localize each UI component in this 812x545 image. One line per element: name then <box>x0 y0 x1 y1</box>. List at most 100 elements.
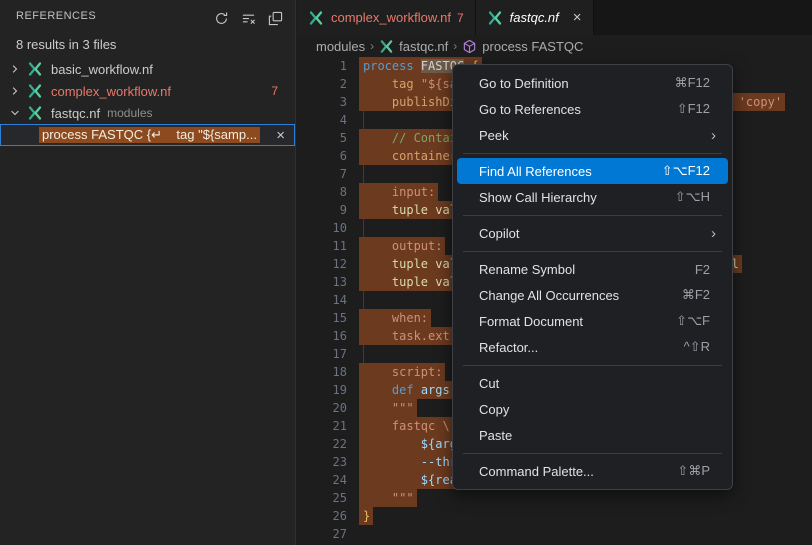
menu-item-rename-symbol[interactable]: Rename Symbol F2 <box>457 256 728 282</box>
menu-shortcut: ⌘F2 <box>682 287 718 303</box>
menu-item-label: Rename Symbol <box>479 262 575 277</box>
menu-item-label: Command Palette... <box>479 464 594 479</box>
close-icon[interactable]: × <box>276 128 285 143</box>
chevron-down-icon[interactable] <box>6 105 24 121</box>
nextflow-file-icon <box>27 83 44 99</box>
chevron-right-icon[interactable] <box>6 83 24 99</box>
line-number: 25 <box>297 489 347 507</box>
references-actions <box>211 8 285 28</box>
menu-item-label: Peek <box>479 128 509 143</box>
results-summary: 8 results in 3 files <box>16 37 116 52</box>
refresh-icon[interactable] <box>211 8 231 28</box>
tab-label: complex_workflow.nf <box>331 10 451 25</box>
clear-all-icon[interactable] <box>238 8 258 28</box>
line-number: 24 <box>297 471 347 489</box>
file-name: basic_workflow.nf <box>51 62 153 77</box>
references-title: REFERENCES <box>16 10 96 22</box>
menu-item-label: Go to References <box>479 102 581 117</box>
nextflow-file-icon <box>27 61 44 77</box>
code-line[interactable]: output: <box>363 237 445 255</box>
menu-separator <box>463 153 722 154</box>
line-number: 6 <box>297 147 347 165</box>
line-number: 27 <box>297 525 347 543</box>
code-line[interactable]: when: <box>363 309 431 327</box>
line-number: 11 <box>297 237 347 255</box>
line-number: 5 <box>297 129 347 147</box>
chevron-right-icon[interactable] <box>6 61 24 77</box>
tree-item-complex-workflow-nf[interactable]: complex_workflow.nf7 <box>0 80 295 102</box>
file-description: modules <box>107 106 152 120</box>
reference-result-item[interactable]: process FASTQC {↵ tag "${samp... × <box>0 124 295 146</box>
line-number: 2 <box>297 75 347 93</box>
nextflow-file-icon <box>487 10 504 26</box>
menu-item-cut[interactable]: Cut <box>457 370 728 396</box>
problem-count-badge: 7 <box>271 84 278 98</box>
menu-item-show-call-hierarchy[interactable]: Show Call Hierarchy ⇧⌥H <box>457 184 728 210</box>
menu-item-format-document[interactable]: Format Document ⇧⌥F <box>457 308 728 334</box>
tab-bar: complex_workflow.nf 7 fastqc.nf × <box>297 0 812 35</box>
menu-shortcut: ⇧⌘P <box>677 463 718 479</box>
tab-fastqc-nf[interactable]: fastqc.nf × <box>476 0 594 35</box>
code-line[interactable]: fastqc \ <box>363 417 453 435</box>
breadcrumb: modules › fastqc.nf › process FASTQC <box>297 35 812 57</box>
submenu-arrow-icon: › <box>711 127 718 144</box>
references-header: REFERENCES <box>0 0 295 32</box>
reference-match-text: process FASTQC {↵ tag "${samp... <box>39 127 260 143</box>
menu-item-copy[interactable]: Copy <box>457 396 728 422</box>
breadcrumb-item-file[interactable]: fastqc.nf <box>399 39 448 54</box>
line-number: 13 <box>297 273 347 291</box>
nextflow-file-icon <box>308 10 325 26</box>
line-number: 26 <box>297 507 347 525</box>
menu-separator <box>463 365 722 366</box>
code-line[interactable]: input: <box>363 183 438 201</box>
line-number: 19 <box>297 381 347 399</box>
line-number: 18 <box>297 363 347 381</box>
nextflow-file-icon <box>27 105 44 121</box>
code-line[interactable]: } <box>363 507 373 525</box>
menu-item-change-all-occurrences[interactable]: Change All Occurrences⌘F2 <box>457 282 728 308</box>
chevron-right-icon: › <box>370 39 374 53</box>
menu-item-command-palette[interactable]: Command Palette... ⇧⌘P <box>457 458 728 484</box>
line-number: 23 <box>297 453 347 471</box>
menu-shortcut: ⇧⌥F <box>676 313 718 329</box>
breadcrumb-item-modules[interactable]: modules <box>316 39 365 54</box>
menu-separator <box>463 453 722 454</box>
code-line[interactable]: script: <box>363 363 445 381</box>
tree-item-fastqc-nf[interactable]: fastqc.nf modules <box>0 102 295 124</box>
chevron-right-icon: › <box>453 39 457 53</box>
menu-shortcut: ⇧⌥H <box>675 189 718 205</box>
line-number: 12 <box>297 255 347 273</box>
file-name: fastqc.nf <box>51 106 100 121</box>
menu-item-find-all-references[interactable]: Find All References⇧⌥F12 <box>457 158 728 184</box>
code-line[interactable]: """ <box>363 399 417 417</box>
menu-item-refactor[interactable]: Refactor...^⇧R <box>457 334 728 360</box>
line-number: 21 <box>297 417 347 435</box>
menu-shortcut: F2 <box>695 262 718 277</box>
line-number: 1 <box>297 57 347 75</box>
menu-item-label: Copilot <box>479 226 519 241</box>
close-icon[interactable]: × <box>573 9 582 26</box>
menu-shortcut: ⇧⌥F12 <box>662 163 718 179</box>
code-line[interactable]: """ <box>363 489 417 507</box>
vscode-window: REFERENCES 8 results in 3 files basic_wo… <box>0 0 812 545</box>
menu-item-label: Show Call Hierarchy <box>479 190 597 205</box>
tab-complex-workflow-nf[interactable]: complex_workflow.nf 7 <box>297 0 476 35</box>
line-number: 3 <box>297 93 347 111</box>
tree-item-basic-workflow-nf[interactable]: basic_workflow.nf <box>0 58 295 80</box>
menu-item-paste[interactable]: Paste <box>457 422 728 448</box>
tab-label: fastqc.nf <box>510 10 559 25</box>
symbol-namespace-icon <box>462 39 477 54</box>
problem-count-badge: 7 <box>457 11 464 25</box>
menu-item-peek[interactable]: Peek › <box>457 122 728 148</box>
menu-item-go-to-references[interactable]: Go to References⇧F12 <box>457 96 728 122</box>
menu-item-copilot[interactable]: Copilot› <box>457 220 728 246</box>
menu-item-label: Paste <box>479 428 512 443</box>
menu-item-label: Format Document <box>479 314 583 329</box>
nextflow-file-icon <box>379 39 394 54</box>
line-number: 16 <box>297 327 347 345</box>
menu-shortcut: ⌘F12 <box>675 75 718 91</box>
breadcrumb-item-symbol[interactable]: process FASTQC <box>482 39 583 54</box>
line-number: 10 <box>297 219 347 237</box>
menu-item-go-to-definition[interactable]: Go to Definition⌘F12 <box>457 70 728 96</box>
copy-results-icon[interactable] <box>265 8 285 28</box>
